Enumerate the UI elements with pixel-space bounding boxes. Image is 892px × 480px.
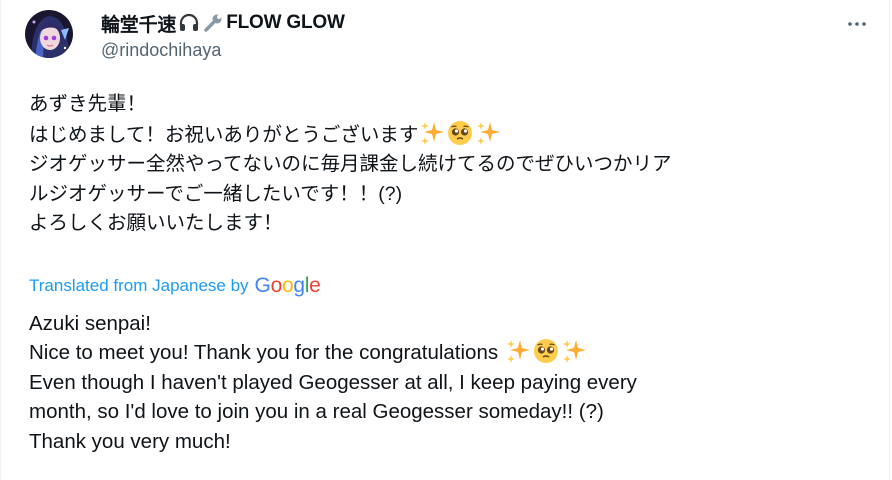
translation-line: Nice to meet you! Thank you for the cong… [29,338,869,367]
translation-line: Even though I haven't played Geogesser a… [29,370,637,394]
tweet-text: あずき先輩！ はじめまして！お祝いありがとうございます ジオゲッサー全然やってな… [29,90,869,239]
author-handle[interactable]: @rindochihaya [101,40,221,61]
display-name-suffix[interactable]: FLOW GLOW [226,12,345,34]
wrench-icon [204,14,222,32]
pleading-face-icon [448,120,473,145]
google-logo: Google [255,274,321,298]
google-logo-letter: o [281,274,294,297]
sparkles-icon [477,121,501,145]
translation-line: Thank you very much! [29,429,231,453]
display-name[interactable]: 輪堂千速 [101,10,176,37]
sparkles-icon [506,340,530,364]
tweet-line: はじめまして！お祝いありがとうございます [29,120,869,151]
tweet-line: ルジオゲッサーでご一緒したいです！！(?) [29,182,403,205]
more-options-button[interactable] [845,12,869,36]
tweet-line: ジオゲッサー全然やってないのに毎月課金し続けてるのでぜひいつかリア [29,153,672,176]
avatar[interactable] [25,10,73,58]
avatar-image [25,10,73,58]
translation-line: month, so I'd love to join you in a real… [29,400,604,424]
translation-line-text: Nice to meet you! Thank you for the cong… [29,341,499,365]
sparkles-icon [562,340,586,364]
google-logo-letter: G [254,274,271,297]
google-logo-letter: o [270,274,283,297]
tweet-line: よろしくお願いいたします！ [29,212,283,235]
translation-label: Translated from Japanese by [29,276,249,295]
tweet-card: 輪堂千速 FLOW GLOW @rindochihaya あずき先輩！ はじめま… [0,0,890,480]
more-icon [848,22,866,26]
google-logo-letter: g [293,274,305,297]
translated-text: Azuki senpai! Nice to meet you! Thank yo… [29,309,869,456]
sparkles-icon [421,121,445,145]
tweet-line: あずき先輩！ [29,93,147,115]
author-name-row: 輪堂千速 FLOW GLOW [101,10,345,36]
headphone-icon [180,13,199,31]
translation-line: Azuki senpai! [29,312,151,335]
google-logo-letter: e [309,274,321,297]
translation-attribution[interactable]: Translated from Japanese by Google [29,274,321,298]
tweet-line-text: はじめまして！お祝いありがとうございます [29,123,419,146]
pleading-face-icon [533,339,558,364]
